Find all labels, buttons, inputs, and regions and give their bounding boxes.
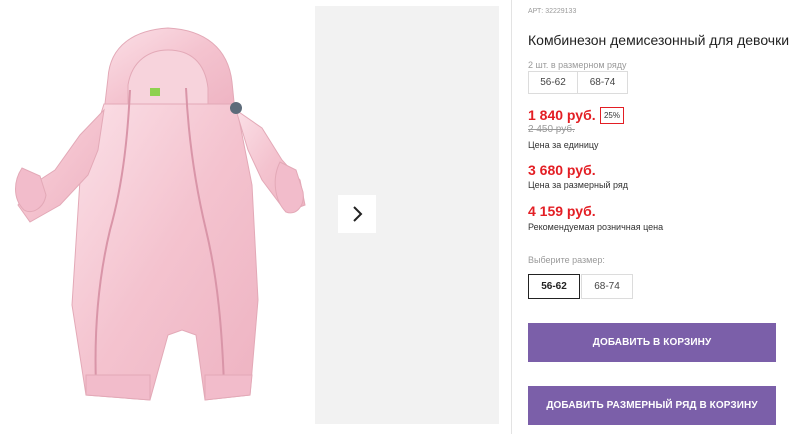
unit-price: 1 840 руб.: [528, 107, 596, 123]
old-price: 2 450 руб.: [528, 124, 575, 135]
product-sku: АРТ: 32229133: [528, 8, 577, 15]
discount-badge: 25%: [600, 107, 624, 124]
gallery-next-preview: [315, 6, 499, 424]
pack-sizes: 56-62 68-74: [528, 71, 628, 94]
pack-size-chip: 68-74: [577, 71, 628, 94]
product-main-image[interactable]: [0, 0, 313, 434]
pack-price: 3 680 руб.: [528, 162, 596, 178]
column-divider: [511, 0, 512, 434]
retail-price-caption: Рекомендуемая розничная цена: [528, 222, 664, 232]
chevron-right-icon: [353, 206, 363, 222]
size-select-label: Выберите размер:: [528, 255, 605, 265]
pack-price-caption: Цена за размерный ряд: [528, 180, 629, 190]
unit-price-caption: Цена за единицу: [528, 140, 599, 150]
snowsuit-illustration: [15, 27, 306, 401]
pack-size-chip: 56-62: [528, 71, 578, 94]
next-image-button[interactable]: [338, 195, 376, 233]
size-option-56-62[interactable]: 56-62: [528, 274, 580, 299]
retail-price: 4 159 руб.: [528, 203, 596, 219]
pack-note: 2 шт. в размерном ряду: [528, 60, 627, 70]
size-options: 56-62 68-74: [528, 274, 633, 299]
add-to-cart-button[interactable]: Добавить в корзину: [528, 323, 776, 362]
product-title: Комбинезон демисезонный для девочки: [528, 32, 790, 48]
size-option-68-74[interactable]: 68-74: [581, 274, 633, 299]
add-pack-to-cart-button[interactable]: Добавить размерный ряд в корзину: [528, 386, 776, 425]
